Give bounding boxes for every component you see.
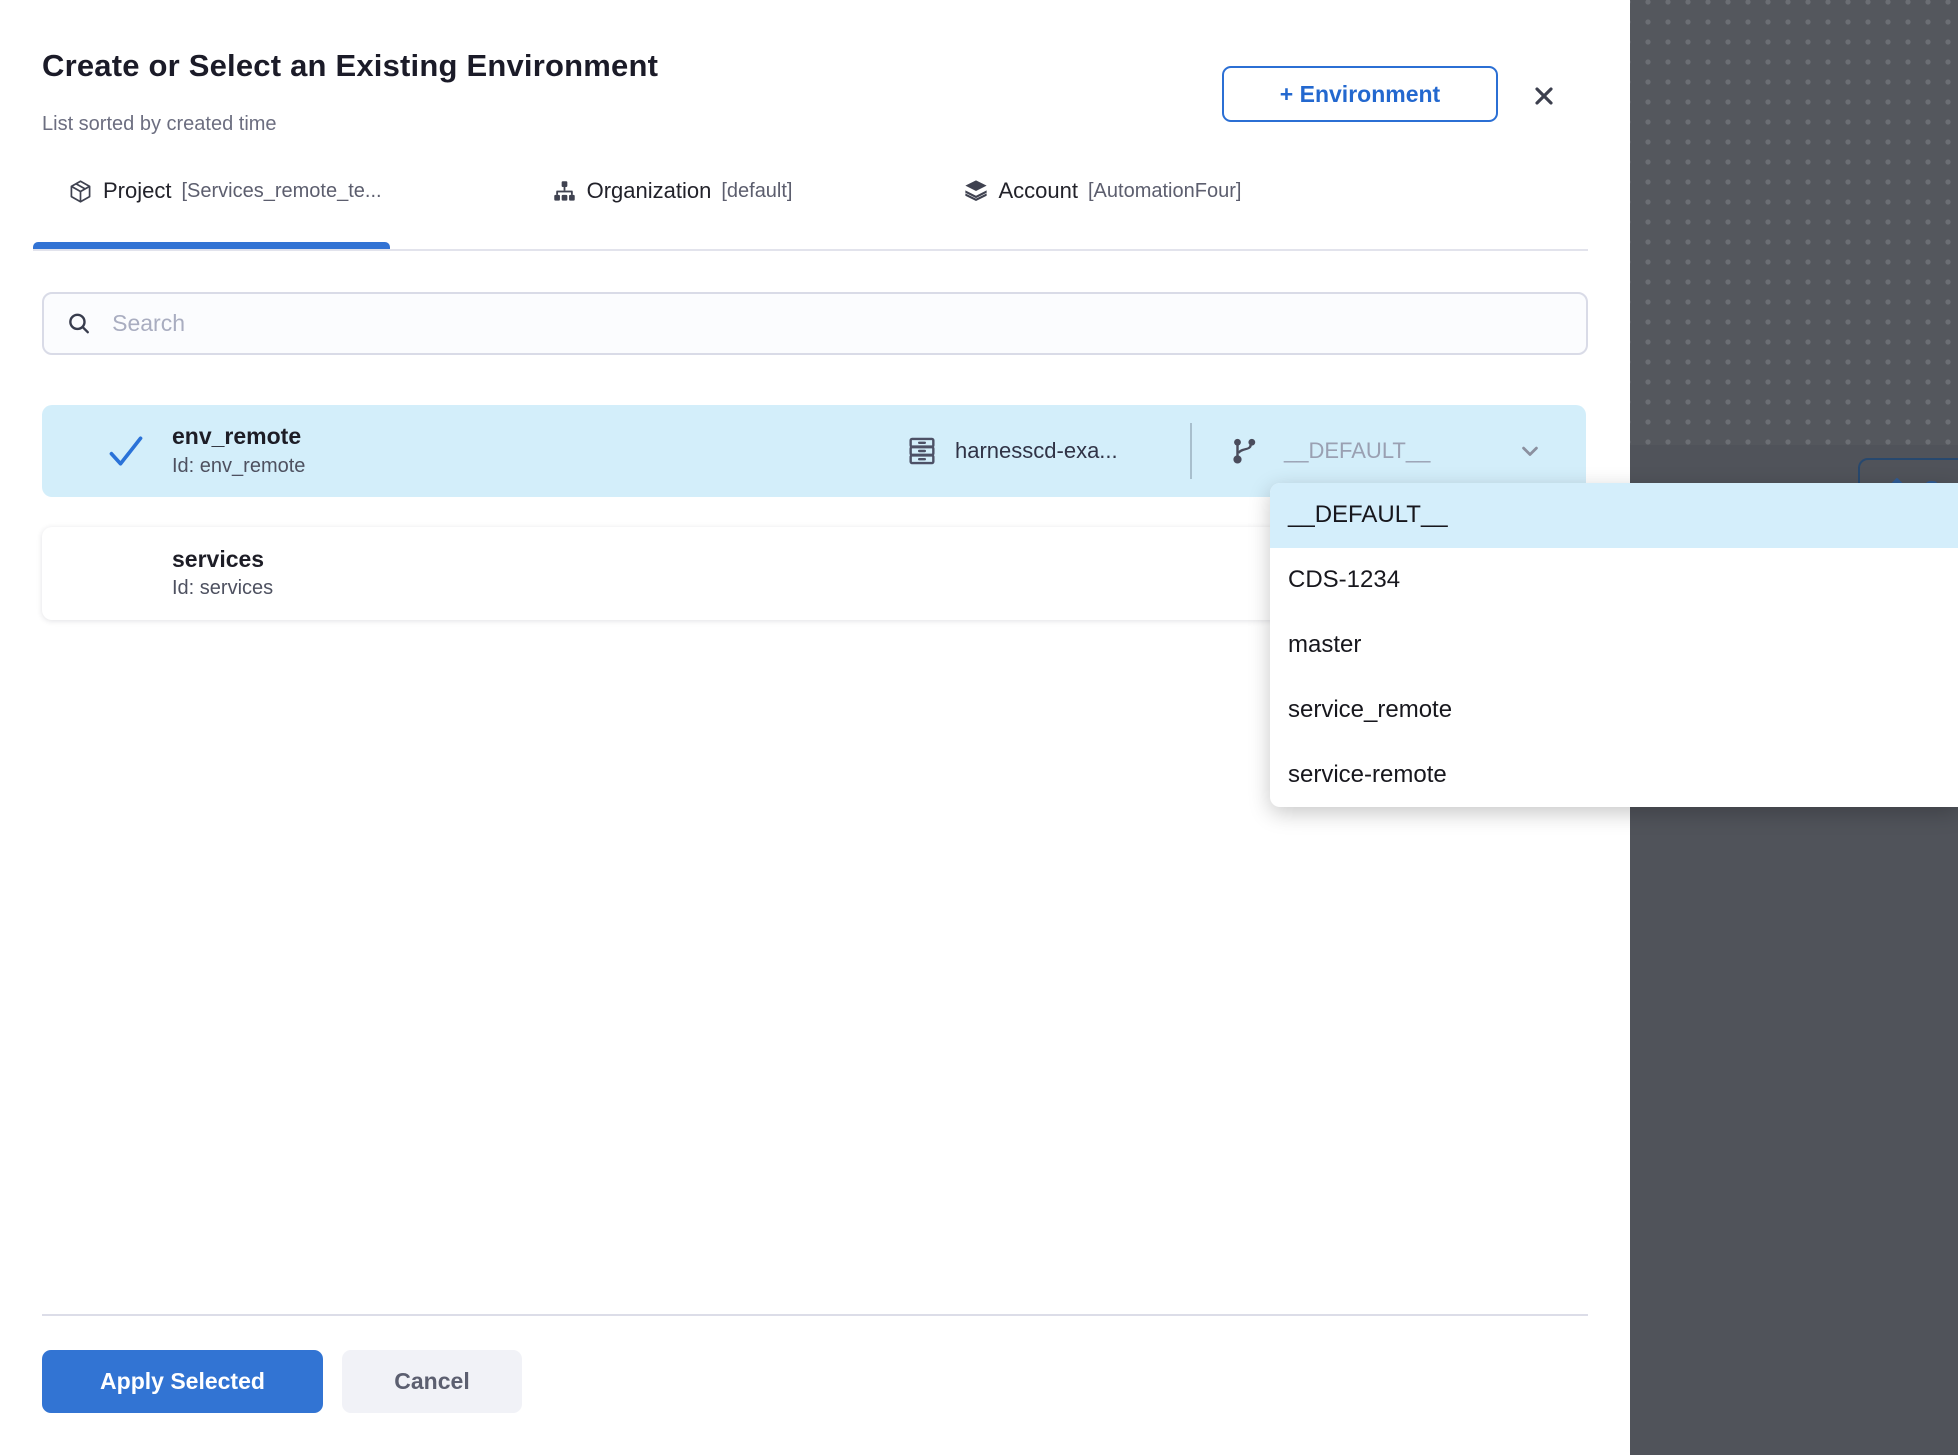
environment-name: env_remote [172,422,305,452]
repository-icon [905,434,939,468]
new-environment-button[interactable]: + Environment [1222,66,1498,122]
branch-option-label: service-remote [1288,761,1447,789]
git-branch-icon [1230,436,1260,466]
tab-organization[interactable]: Organization [default] [517,178,828,230]
branch-option-master[interactable]: master [1270,613,1958,678]
footer-divider [42,1314,1588,1316]
screen: Sav Create or Select an Existing Environ… [0,0,1958,1455]
environment-id: Id: services [172,574,273,602]
repo-group: harnesscd-exa... [905,434,1118,468]
canvas-dot-grid [1630,0,1958,445]
branch-option-service-dash-remote[interactable]: service-remote [1270,742,1958,807]
cancel-button[interactable]: Cancel [342,1350,522,1413]
org-chart-icon [552,179,577,204]
branch-option-label: __DEFAULT__ [1288,501,1448,529]
tab-account-label: Account [999,178,1079,204]
tab-organization-scope: [default] [721,180,792,203]
environment-id: Id: env_remote [172,452,305,480]
close-icon [1530,79,1558,113]
branch-selector[interactable]: __DEFAULT__ [1230,436,1544,466]
search-icon [66,310,92,337]
new-environment-button-label: + Environment [1280,81,1440,108]
tab-account-scope: [AutomationFour] [1088,180,1241,203]
chevron-down-icon[interactable] [1516,437,1544,465]
search-input[interactable] [110,309,1564,338]
branch-option-default[interactable]: __DEFAULT__ [1270,483,1958,548]
tabs-divider [33,249,1588,251]
branch-option-label: master [1288,631,1361,659]
layers-icon [963,178,989,204]
apply-selected-button[interactable]: Apply Selected [42,1350,323,1413]
tab-project-scope: [Services_remote_te... [181,180,381,203]
branch-option-service-underscore-remote[interactable]: service_remote [1270,677,1958,742]
tab-project-label: Project [103,178,171,204]
branch-option-label: service_remote [1288,696,1452,724]
tab-organization-label: Organization [587,178,712,204]
cancel-label: Cancel [394,1368,469,1394]
tab-account[interactable]: Account [AutomationFour] [928,178,1277,230]
page-title: Create or Select an Existing Environment [42,48,658,84]
branch-option-cds-1234[interactable]: CDS-1234 [1270,548,1958,613]
apply-selected-label: Apply Selected [100,1368,265,1394]
branch-dropdown: __DEFAULT__ CDS-1234 master service_remo… [1270,483,1958,807]
repo-name: harnesscd-exa... [955,438,1118,464]
tab-project[interactable]: Project [Services_remote_te... [33,178,417,230]
cube-icon [68,179,93,204]
search-box [42,292,1588,355]
environment-texts: env_remote Id: env_remote [172,422,305,480]
row-divider [1190,423,1192,479]
branch-option-label: CDS-1234 [1288,566,1400,594]
scope-tabs: Project [Services_remote_te... Organizat… [33,178,1276,230]
branch-selector-value: __DEFAULT__ [1284,438,1472,464]
environment-name: services [172,545,273,575]
sort-hint: List sorted by created time [42,113,277,136]
environment-texts: services Id: services [172,545,273,603]
check-icon [104,431,148,471]
close-button[interactable] [1524,76,1564,116]
